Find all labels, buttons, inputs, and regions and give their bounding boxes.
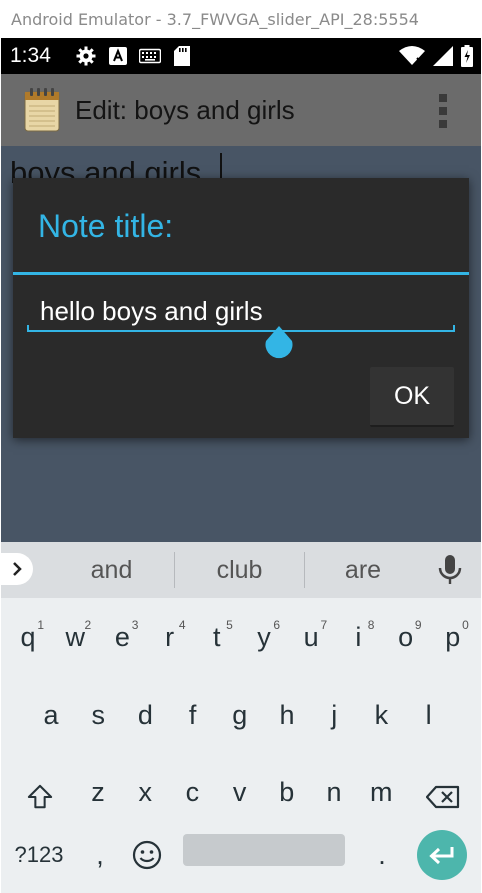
emoji-smiley-icon[interactable] <box>125 830 169 880</box>
key-number-hint: 3 <box>131 618 139 632</box>
key-a[interactable]: a <box>29 690 73 740</box>
backspace-key-icon[interactable] <box>425 774 461 820</box>
notepad-app-icon[interactable] <box>23 88 61 132</box>
key-label: c <box>185 776 200 807</box>
key-label: e <box>114 621 130 652</box>
key-i[interactable]: i8 <box>336 612 380 662</box>
keyboard-notification-a-icon <box>107 45 129 67</box>
key-label: z <box>91 776 105 807</box>
suggestion-2[interactable]: club <box>175 542 304 598</box>
key-label: y <box>257 621 271 652</box>
space-bar[interactable] <box>183 834 345 866</box>
key-t[interactable]: t5 <box>195 612 239 662</box>
key-o[interactable]: o9 <box>384 612 428 662</box>
key-q[interactable]: q1 <box>6 612 50 662</box>
key-label: k <box>374 699 389 730</box>
key-number-hint: 9 <box>414 618 422 632</box>
key-label: i <box>355 621 362 652</box>
keyboard-icon <box>139 45 161 67</box>
key-label: a <box>43 699 59 730</box>
key-w[interactable]: w2 <box>53 612 97 662</box>
key-label: d <box>137 699 153 730</box>
key-label: u <box>303 621 319 652</box>
key-p[interactable]: p0 <box>431 612 475 662</box>
key-label: m <box>369 776 393 807</box>
key-y[interactable]: y6 <box>242 612 286 662</box>
key-label: l <box>425 699 432 730</box>
key-f[interactable]: f <box>171 690 215 740</box>
key-label: b <box>279 776 295 807</box>
emulator-window-title: Android Emulator - 3.7_FWVGA_slider_API_… <box>0 0 482 38</box>
note-title-input[interactable] <box>27 288 455 334</box>
key-n[interactable]: n <box>312 767 356 817</box>
key-number-hint: 0 <box>462 618 469 632</box>
key-number-hint: 5 <box>226 618 233 632</box>
key-l[interactable]: l <box>407 690 451 740</box>
key-h[interactable]: h <box>265 690 309 740</box>
key-r[interactable]: r4 <box>148 612 192 662</box>
key-label: v <box>232 776 247 807</box>
key-m[interactable]: m <box>359 767 403 817</box>
key-label: g <box>232 699 248 730</box>
key-label: x <box>138 776 152 807</box>
note-title-dialog: Note title: OK <box>13 178 469 438</box>
key-b[interactable]: b <box>265 767 309 817</box>
status-bar: 1:34 <box>1 38 481 74</box>
battery-icon <box>461 45 473 72</box>
suggestion-3[interactable]: are <box>305 542 421 598</box>
dialog-title-divider <box>13 272 469 275</box>
key-number-hint: 4 <box>178 618 186 632</box>
key-label: w <box>65 621 85 652</box>
comma-key[interactable]: , <box>85 830 115 880</box>
settings-gear-icon <box>75 45 97 67</box>
sd-card-icon <box>171 45 193 67</box>
cell-signal-icon <box>433 46 453 71</box>
status-time: 1:34 <box>10 44 51 67</box>
shift-key-arrow-icon[interactable] <box>27 774 53 820</box>
microphone-icon[interactable] <box>437 554 463 586</box>
suggestion-1[interactable]: and <box>49 542 174 598</box>
symbols-key[interactable]: ?123 <box>11 830 67 880</box>
input-underline <box>27 325 455 332</box>
key-j[interactable]: j <box>312 690 356 740</box>
key-label: j <box>331 699 338 730</box>
soft-keyboard: and club are ?123 , . q1w2e3r4t5y6u 7 i … <box>1 542 481 893</box>
key-number-hint: 7 <box>320 618 328 632</box>
suggestion-strip: and club are <box>1 542 481 598</box>
key-number-hint: 6 <box>273 618 280 632</box>
key-number-hint: 8 <box>367 618 375 632</box>
key-d[interactable]: d <box>123 690 167 740</box>
key-e[interactable]: e3 <box>100 612 144 662</box>
key-number-hint: 1 <box>37 618 44 632</box>
key-x[interactable]: x <box>123 767 167 817</box>
overflow-menu-icon[interactable] <box>435 94 451 128</box>
key-v[interactable]: v <box>218 767 262 817</box>
key-label: s <box>91 699 105 730</box>
key-g[interactable]: g <box>218 690 262 740</box>
key-label: o <box>398 621 414 652</box>
key-label: f <box>188 699 197 730</box>
key-label: n <box>326 776 342 807</box>
key-label: r <box>165 621 175 652</box>
action-bar: Edit: boys and girls <box>1 74 481 146</box>
ok-button[interactable]: OK <box>370 367 454 427</box>
key-label: q <box>20 621 36 652</box>
device-screen: 1:34 Edit: boys and girls boys and girls… <box>1 38 481 893</box>
key-u[interactable]: u7 <box>289 612 333 662</box>
key-label: p <box>445 621 461 652</box>
period-key[interactable]: . <box>367 830 397 880</box>
key-number-hint: 2 <box>84 618 92 632</box>
text-selection-handle[interactable] <box>264 326 294 360</box>
enter-return-icon[interactable] <box>417 830 467 880</box>
expand-toolbar-chevron-icon[interactable] <box>1 553 33 585</box>
key-k[interactable]: k <box>359 690 403 740</box>
key-label: t <box>213 621 221 652</box>
dialog-title: Note title: <box>38 208 174 244</box>
key-s[interactable]: s <box>76 690 120 740</box>
action-bar-title: Edit: boys and girls <box>75 94 295 125</box>
key-z[interactable]: z <box>76 767 120 817</box>
key-label: h <box>279 699 295 730</box>
key-c[interactable]: c <box>170 767 214 817</box>
wifi-icon <box>399 46 425 71</box>
